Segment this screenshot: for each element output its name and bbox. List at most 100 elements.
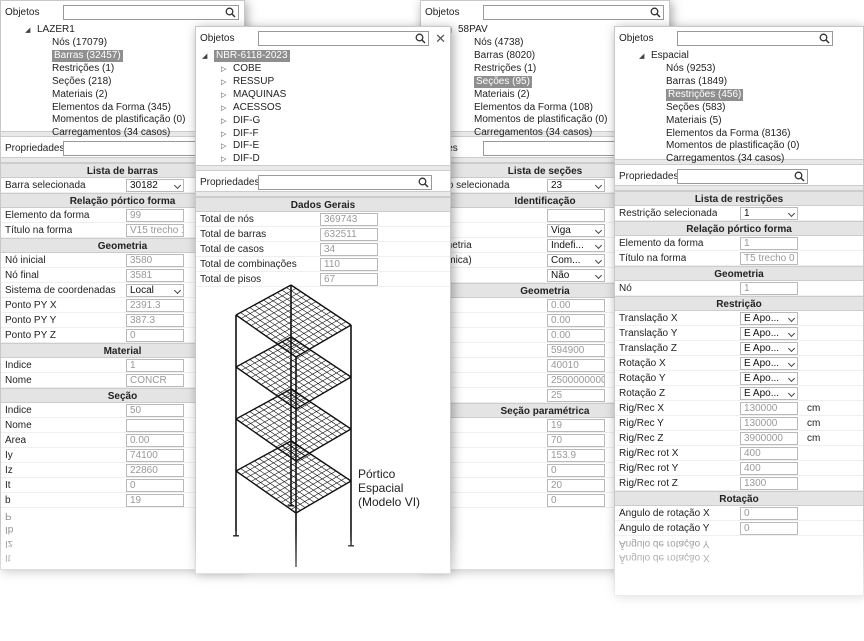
collapsed-triangle-icon[interactable]: ▷	[221, 65, 226, 73]
property-dropdown[interactable]: E Apo...	[740, 342, 798, 355]
tree-item[interactable]: Barras (8020)	[474, 50, 535, 62]
collapsed-triangle-icon[interactable]: ▷	[221, 91, 226, 99]
properties-search-input[interactable]	[258, 175, 432, 190]
property-value[interactable]: 50	[126, 404, 184, 417]
property-value[interactable]: 1	[740, 282, 798, 295]
property-value[interactable]: 99	[126, 209, 184, 222]
property-value[interactable]: T5 trecho 0	[740, 252, 798, 265]
property-dropdown[interactable]: 23	[547, 179, 605, 192]
tree-item[interactable]: Nós (17079)	[52, 37, 107, 49]
property-value[interactable]: 3900000	[740, 432, 798, 445]
property-value[interactable]: 3581	[126, 269, 184, 282]
property-value[interactable]: 0.00	[547, 329, 605, 342]
property-value[interactable]: 400	[740, 447, 798, 460]
property-dropdown[interactable]: E Apo...	[740, 357, 798, 370]
property-value[interactable]: 2391.3	[126, 299, 184, 312]
collapsed-triangle-icon[interactable]: ▷	[221, 117, 226, 125]
collapsed-triangle-icon[interactable]: ▷	[221, 130, 226, 138]
tree-root[interactable]: LAZER1	[37, 24, 75, 36]
tree-item[interactable]: Carregamentos (34 casos)	[666, 153, 784, 165]
property-value[interactable]: 40010	[547, 359, 605, 372]
tree-item[interactable]: Momentos de plastificação (0)	[474, 114, 607, 126]
tree-item[interactable]: Carregamentos (34 casos)	[474, 127, 592, 139]
property-value[interactable]	[126, 419, 184, 432]
property-value[interactable]: 1300	[740, 477, 798, 490]
property-value[interactable]: 19	[126, 494, 184, 507]
tree-root[interactable]: Espacial	[651, 50, 689, 62]
collapsed-triangle-icon[interactable]: ▷	[221, 78, 226, 86]
tree-item[interactable]: Nós (9253)	[666, 63, 715, 75]
property-value[interactable]	[547, 209, 605, 222]
property-value[interactable]: 0	[126, 479, 184, 492]
expand-triangle-icon[interactable]: ◢	[202, 52, 207, 60]
property-value[interactable]: 3580	[126, 254, 184, 267]
property-dropdown[interactable]: Local	[126, 284, 184, 297]
property-dropdown[interactable]: Indefi...	[547, 239, 605, 252]
tree-item[interactable]: DIF-D	[233, 153, 260, 165]
tree-root[interactable]: 58PAV	[458, 24, 488, 36]
property-value[interactable]: 1	[740, 237, 798, 250]
tree-item[interactable]: Restrições (1)	[52, 63, 114, 75]
tree-item[interactable]: Materiais (2)	[52, 89, 108, 101]
tree-item[interactable]: MAQUINAS	[233, 89, 286, 101]
property-value[interactable]: 130000	[740, 402, 798, 415]
tree-item[interactable]: Momentos de plastificação (0)	[52, 114, 185, 126]
collapsed-triangle-icon[interactable]: ▷	[221, 142, 226, 150]
property-value[interactable]: 110	[320, 258, 378, 271]
property-value[interactable]: 387.3	[126, 314, 184, 327]
tree-root[interactable]: NBR-6118-2023	[214, 50, 290, 62]
property-dropdown[interactable]: E Apo...	[740, 387, 798, 400]
property-value[interactable]: 0	[740, 507, 798, 520]
property-dropdown[interactable]: 30182	[126, 179, 184, 192]
tree-item[interactable]: Materiais (5)	[666, 115, 722, 127]
tree-item[interactable]: Elementos da Forma (345)	[52, 102, 171, 114]
property-value[interactable]: 0.00	[547, 314, 605, 327]
property-value[interactable]: 594900	[547, 344, 605, 357]
tree-item[interactable]: Restrições (456)	[666, 88, 744, 101]
property-value[interactable]: 74100	[126, 449, 184, 462]
property-value[interactable]: 22860	[126, 464, 184, 477]
tree-item[interactable]: DIF-E	[233, 140, 259, 152]
collapsed-triangle-icon[interactable]: ▷	[221, 155, 226, 163]
tree-item[interactable]: Seções (95)	[474, 75, 532, 88]
expand-triangle-icon[interactable]: ◢	[639, 52, 644, 60]
tree-item[interactable]: Nós (4738)	[474, 37, 523, 49]
tree-item[interactable]: Elementos da Forma (8136)	[666, 128, 791, 140]
expand-triangle-icon[interactable]: ◢	[25, 26, 30, 34]
properties-search-input[interactable]	[677, 169, 808, 184]
splitter[interactable]	[196, 165, 450, 171]
property-dropdown[interactable]: Não	[547, 269, 605, 282]
property-value[interactable]: 0.00	[547, 299, 605, 312]
property-dropdown[interactable]: E Apo...	[740, 312, 798, 325]
property-value[interactable]: 0	[547, 464, 605, 477]
property-dropdown[interactable]: E Apo...	[740, 327, 798, 340]
property-value[interactable]: 70	[547, 434, 605, 447]
property-value[interactable]: 1	[126, 359, 184, 372]
property-value[interactable]: 632511	[320, 228, 378, 241]
tree-item[interactable]: Seções (218)	[52, 76, 111, 88]
tree-item[interactable]: RESSUP	[233, 76, 274, 88]
objects-search-input[interactable]	[483, 5, 664, 20]
property-dropdown[interactable]: E Apo...	[740, 372, 798, 385]
tree-item[interactable]: Restrições (1)	[474, 63, 536, 75]
tree-item[interactable]: Barras (1849)	[666, 76, 727, 88]
tree-item[interactable]: Materiais (2)	[474, 89, 530, 101]
property-value[interactable]: 130000	[740, 417, 798, 430]
tree-item[interactable]: ACESSOS	[233, 102, 281, 114]
tree-item[interactable]: Elementos da Forma (108)	[474, 102, 593, 114]
property-value[interactable]: 20	[547, 479, 605, 492]
property-value[interactable]: 19	[547, 419, 605, 432]
property-value[interactable]: 0	[547, 494, 605, 507]
property-value[interactable]: 2500000000	[547, 374, 605, 387]
tree-item[interactable]: DIF-F	[233, 128, 259, 140]
close-icon[interactable]: ✕	[435, 31, 446, 47]
tree-item[interactable]: Carregamentos (34 casos)	[52, 127, 170, 139]
tree-item[interactable]: Seções (583)	[666, 102, 725, 114]
tree-item[interactable]: Momentos de plastificação (0)	[666, 140, 799, 152]
objects-search-input[interactable]	[677, 31, 833, 46]
property-value[interactable]: 0	[126, 329, 184, 342]
property-value[interactable]: CONCR	[126, 374, 184, 387]
property-value[interactable]: 400	[740, 462, 798, 475]
tree-item[interactable]: COBE	[233, 63, 261, 75]
property-value[interactable]: 153.9	[547, 449, 605, 462]
